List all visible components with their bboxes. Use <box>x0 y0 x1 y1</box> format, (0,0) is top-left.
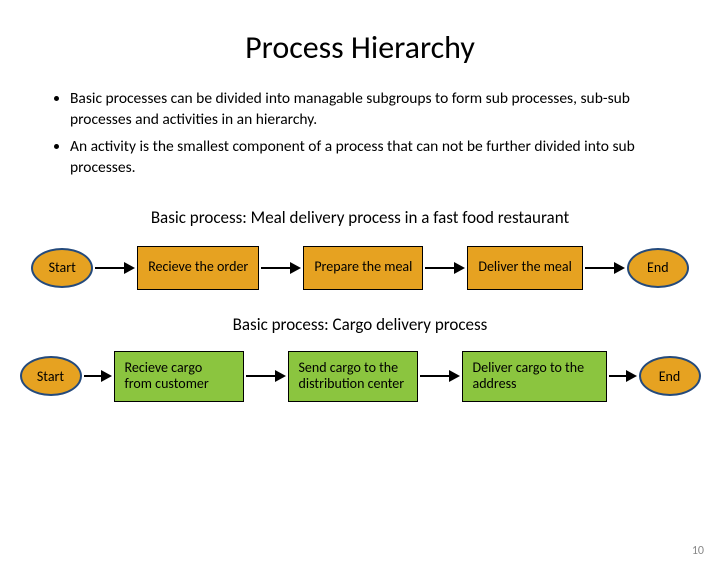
arrow-icon <box>609 370 637 382</box>
arrow-icon <box>261 262 301 274</box>
flow1-heading: Basic process: Meal delivery process in … <box>0 207 720 228</box>
bullet-list: Basic processes can be divided into mana… <box>70 89 665 179</box>
flow1-start: Start <box>31 248 93 288</box>
arrow-icon <box>425 262 465 274</box>
flow1-step: Prepare the meal <box>303 246 423 290</box>
slide-title: Process Hierarchy <box>0 28 720 67</box>
flow2-step: Deliver cargo to the address <box>462 351 607 403</box>
flow1: Start Recieve the order Prepare the meal… <box>0 246 720 290</box>
arrow-icon <box>420 370 460 382</box>
arrow-icon <box>95 262 135 274</box>
bullet-item: Basic processes can be divided into mana… <box>70 89 665 131</box>
flow1-step: Deliver the meal <box>467 246 582 290</box>
page-number: 10 <box>692 544 704 558</box>
bullet-item: An activity is the smallest component of… <box>70 137 665 179</box>
flow2: Start Recieve cargo from customer Send c… <box>0 351 720 403</box>
flow1-step: Recieve the order <box>137 246 259 290</box>
flow2-start: Start <box>20 356 82 396</box>
flow2-end: End <box>639 356 701 396</box>
arrow-icon <box>246 370 286 382</box>
flow2-heading: Basic process: Cargo delivery process <box>0 314 720 335</box>
arrow-icon <box>585 262 625 274</box>
arrow-icon <box>84 370 112 382</box>
flow2-step: Recieve cargo from customer <box>114 351 244 403</box>
flow1-end: End <box>627 248 689 288</box>
flow2-step: Send cargo to the distribution center <box>288 351 418 403</box>
